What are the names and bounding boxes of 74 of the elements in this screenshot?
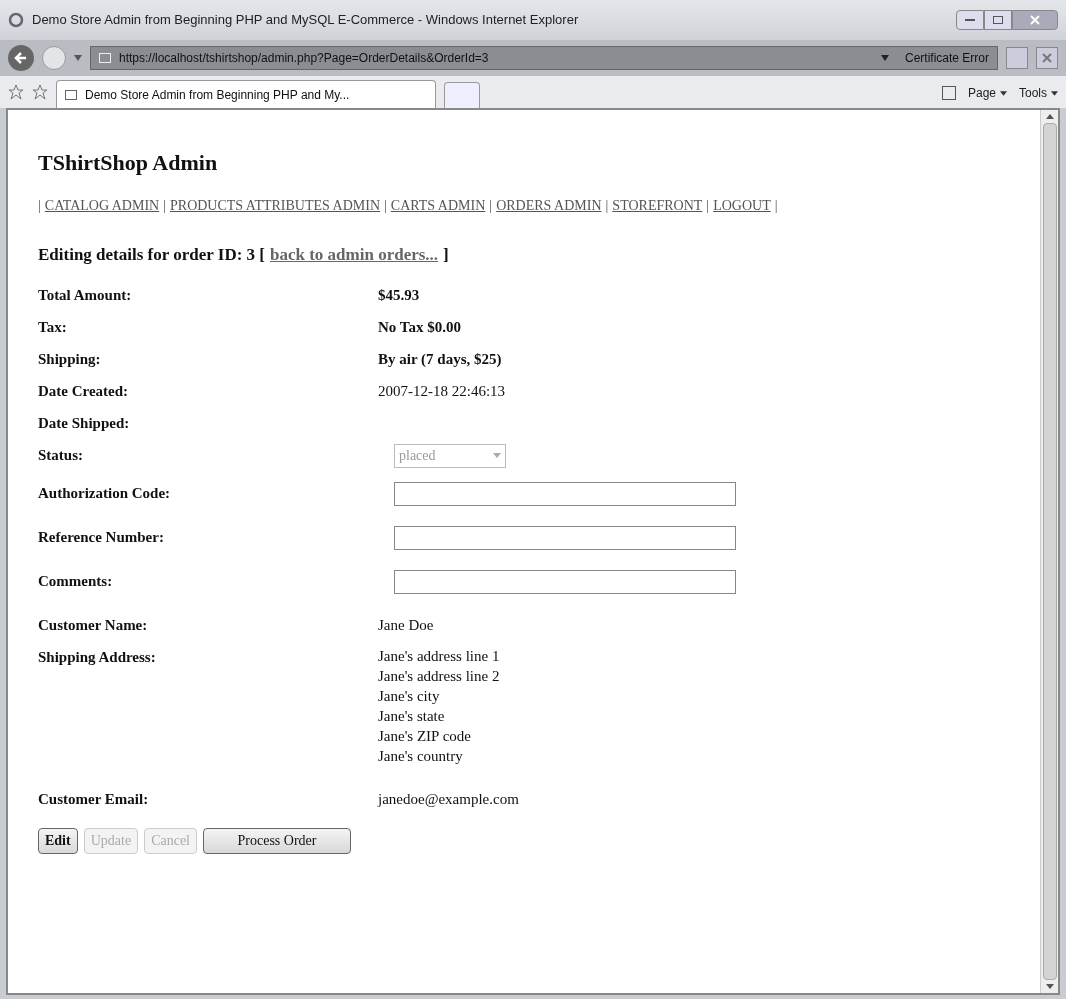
browser-logo-icon	[8, 12, 24, 28]
back-link[interactable]: back to admin orders...	[270, 242, 439, 268]
address-line: Jane's address line 1	[378, 646, 500, 666]
caret-icon	[1051, 90, 1058, 96]
nav-separator: |	[384, 197, 387, 215]
forward-button[interactable]	[42, 46, 66, 70]
caret-icon	[493, 453, 501, 458]
page-title: TShirtShop Admin	[38, 149, 219, 177]
address-field[interactable]: https://localhost/tshirtshop/admin.php?Page=OrderDetails&OrderId=3 Certificate Error	[90, 46, 998, 70]
text-input[interactable]	[394, 481, 736, 506]
nav-separator: |	[489, 197, 493, 215]
tools-menu[interactable]: Tools	[1019, 84, 1058, 102]
form-button[interactable]: Edit	[38, 827, 78, 854]
order-heading: Editing details for order ID: 3 [	[38, 244, 265, 266]
close-button[interactable]	[1012, 10, 1058, 30]
field-label: Customer Email:	[38, 789, 150, 809]
scroll-up-icon[interactable]	[1045, 114, 1054, 119]
nav-separator: |	[774, 197, 778, 215]
address-line: Jane's address line 2	[378, 666, 500, 686]
field-value: 2007-12-18 22:46:13	[378, 381, 506, 401]
field-label: Date Shipped:	[38, 413, 131, 433]
field-label: Comments:	[38, 571, 114, 591]
address-line: Jane's state	[378, 706, 446, 726]
field-label: Authorization Code:	[38, 483, 172, 503]
address-line: Jane's ZIP code	[378, 726, 472, 746]
close-icon	[1030, 15, 1040, 25]
field-value: Jane Doe	[378, 615, 434, 635]
new-tab-button[interactable]	[444, 82, 480, 108]
browser-tab[interactable]: Demo Store Admin from Beginning PHP and My...	[56, 80, 436, 108]
text-input[interactable]	[394, 525, 736, 550]
nav-link[interactable]: CATALOG ADMIN	[44, 195, 160, 216]
address-line: Jane's country	[378, 746, 464, 766]
add-favorites-star-icon[interactable]	[32, 84, 48, 100]
dropdown-caret-icon[interactable]	[74, 55, 82, 61]
field-value: $45.93	[378, 285, 420, 305]
certificate-error[interactable]: Certificate Error	[904, 49, 989, 67]
window-title: Demo Store Admin from Beginning PHP and MySQL E-Commerce - Windows Internet Explorer	[32, 11, 580, 30]
field-value: janedoe@example.com	[378, 789, 519, 809]
caret-icon	[1000, 90, 1007, 96]
nav-link[interactable]: ORDERS ADMIN	[496, 195, 602, 216]
favorites-star-icon[interactable]	[8, 84, 24, 100]
field-label: Reference Number:	[38, 527, 165, 547]
nav-link[interactable]: PRODUCTS ATTRIBUTES ADMIN	[170, 195, 381, 216]
maximize-button[interactable]	[984, 10, 1012, 30]
text-input[interactable]	[394, 569, 736, 594]
nav-separator: |	[38, 197, 41, 215]
field-value: By air (7 days, $25)	[378, 349, 502, 369]
back-button[interactable]	[8, 45, 34, 71]
field-label: Customer Name:	[38, 615, 149, 635]
field-label: Date Created:	[38, 381, 130, 401]
page-menu[interactable]: Page	[967, 84, 1007, 102]
nav-separator: |	[163, 197, 166, 215]
field-value: No Tax $0.00	[378, 317, 461, 337]
refresh-button[interactable]	[1006, 47, 1028, 69]
field-label: Total Amount:	[38, 285, 133, 305]
form-button[interactable]: Process Order	[203, 827, 351, 854]
caret-icon[interactable]	[880, 55, 889, 61]
minimize-button[interactable]	[956, 10, 984, 30]
scrollbar[interactable]	[1040, 110, 1058, 993]
stop-icon	[1042, 53, 1052, 63]
address-line: Jane's city	[378, 686, 441, 706]
nav-link[interactable]: STOREFRONT	[612, 195, 703, 216]
nav-separator: |	[605, 197, 609, 215]
stop-button[interactable]	[1036, 47, 1058, 69]
field-label: Status:	[38, 445, 84, 465]
bracket-text: ]	[443, 244, 449, 266]
nav-link[interactable]: CARTS ADMIN	[390, 195, 486, 216]
field-label: Shipping:	[38, 349, 102, 369]
field-label: Tax:	[38, 317, 68, 337]
field-label: Shipping Address:	[38, 647, 157, 667]
nav-separator: |	[706, 197, 710, 215]
nav-link[interactable]: LOGOUT	[713, 195, 771, 216]
back-arrow-icon	[14, 51, 28, 65]
scroll-down-icon[interactable]	[1045, 984, 1054, 989]
